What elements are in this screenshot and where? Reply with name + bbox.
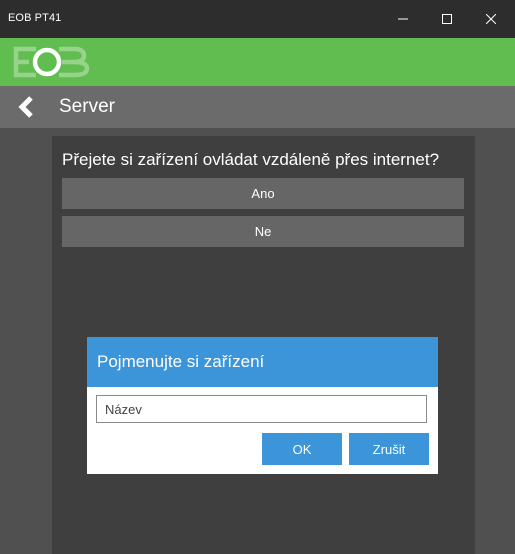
ok-button[interactable]: OK	[262, 433, 342, 465]
ok-button-label: OK	[292, 441, 312, 457]
option-no-button[interactable]: Ne	[62, 216, 464, 247]
close-button[interactable]	[469, 0, 513, 38]
option-no-label: Ne	[254, 224, 272, 239]
window-titlebar: EOB PT41	[0, 0, 515, 38]
question-text: Přejete si zařízení ovládat vzdáleně pře…	[62, 150, 440, 169]
option-yes-label: Ano	[251, 186, 275, 201]
nav-bar: Server	[0, 86, 515, 128]
cancel-button-label: Zrušit	[372, 441, 406, 457]
maximize-icon	[442, 14, 452, 24]
option-yes-button[interactable]: Ano	[62, 178, 464, 209]
window-title: EOB PT41	[8, 12, 62, 24]
minimize-button[interactable]	[381, 0, 425, 38]
close-icon	[486, 14, 496, 24]
name-device-dialog: Pojmenujte si zařízení OK Zrušit	[87, 337, 438, 474]
dialog-header: Pojmenujte si zařízení	[87, 337, 438, 387]
chevron-left-icon	[18, 96, 33, 118]
minimize-icon	[398, 18, 408, 20]
cancel-button[interactable]: Zrušit	[349, 433, 429, 465]
maximize-button[interactable]	[425, 0, 469, 38]
back-button[interactable]	[16, 96, 38, 118]
eob-logo	[13, 46, 90, 78]
brand-bar	[0, 38, 515, 86]
device-name-input[interactable]	[96, 395, 427, 423]
dialog-title: Pojmenujte si zařízení	[97, 352, 265, 371]
page-title: Server	[59, 96, 115, 117]
